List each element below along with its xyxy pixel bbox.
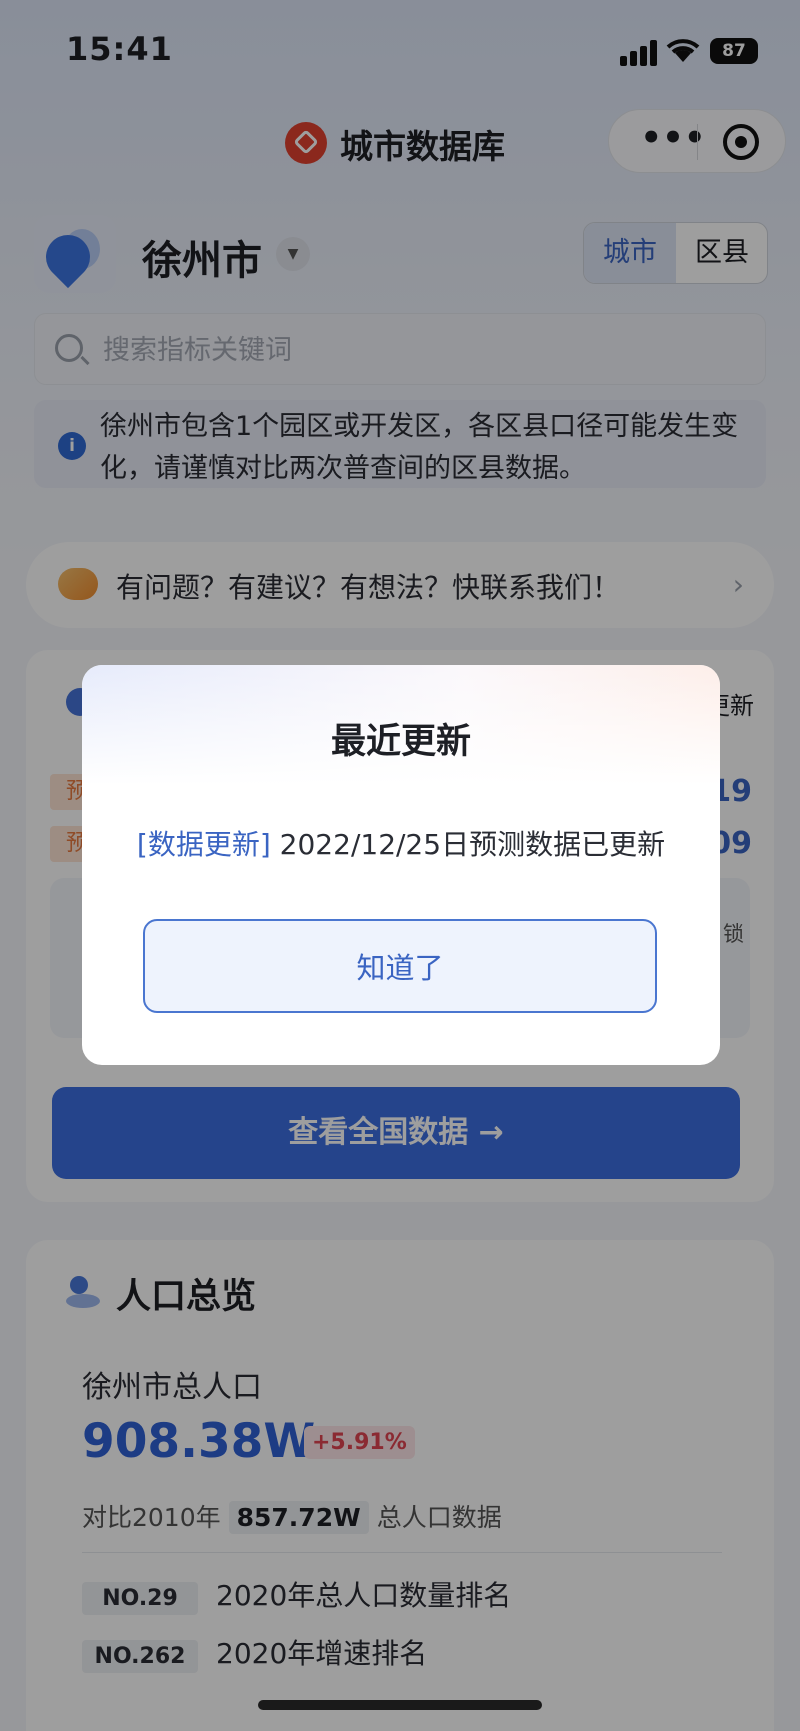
dialog-title: 最近更新 [330,722,471,762]
dialog-message: [数据更新] 2022/12/25日预测数据已更新 [82,823,720,863]
acknowledge-button[interactable]: 知道了 [143,919,657,1013]
update-tag: [数据更新] [136,828,271,861]
home-indicator [258,1700,542,1710]
update-dialog: 最近更新 [数据更新] 2022/12/25日预测数据已更新 知道了 [82,665,720,1065]
update-message: 2022/12/25日预测数据已更新 [270,828,666,861]
